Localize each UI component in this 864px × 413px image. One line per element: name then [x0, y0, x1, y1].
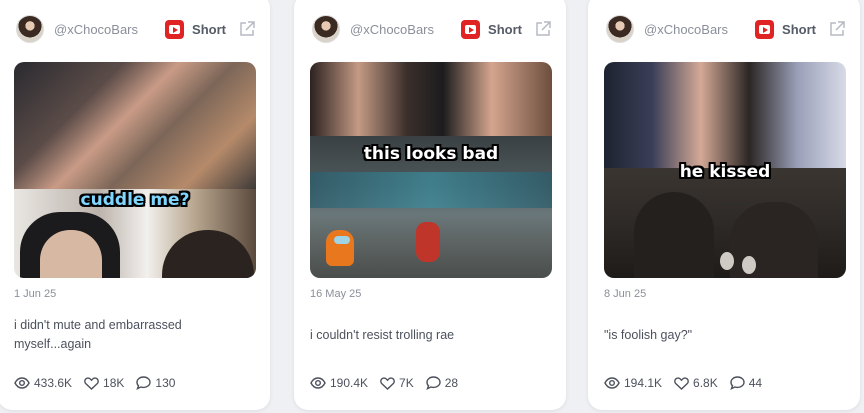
views-stat: 194.1K — [604, 376, 662, 390]
comment-icon — [426, 376, 441, 390]
views-count: 433.6K — [34, 376, 73, 390]
video-type-label: Short — [782, 21, 816, 37]
youtube-icon — [461, 19, 481, 39]
video-description: i didn't mute and embarrassed myself...a… — [14, 318, 182, 351]
eye-icon — [310, 377, 326, 389]
video-type-label: Short — [488, 21, 522, 37]
channel-handle[interactable]: @xChocoBars — [54, 22, 138, 37]
comments-stat: 44 — [730, 376, 762, 390]
likes-count: 6.8K — [693, 376, 718, 390]
publish-date: 1 Jun 25 — [14, 288, 57, 300]
engagement-stats: 194.1K 6.8K 44 — [604, 376, 774, 390]
comments-stat: 130 — [136, 376, 175, 390]
external-link-icon[interactable] — [534, 20, 552, 38]
eye-icon — [604, 377, 620, 389]
avatar[interactable] — [16, 15, 44, 43]
avatar[interactable] — [606, 15, 634, 43]
video-thumbnail[interactable]: this looks bad — [310, 62, 552, 278]
video-type-label: Short — [192, 21, 226, 37]
channel-handle[interactable]: @xChocoBars — [644, 22, 728, 37]
eye-icon — [14, 377, 30, 389]
video-card[interactable]: @xChocoBars Short he kissed 8 Jun 25 "is… — [588, 0, 860, 410]
video-card[interactable]: @xChocoBars Short this looks bad 16 May … — [294, 0, 566, 410]
card-header: @xChocoBars Short — [606, 14, 846, 44]
publish-date: 16 May 25 — [310, 288, 362, 300]
views-stat: 190.4K — [310, 376, 368, 390]
comments-count: 130 — [155, 376, 176, 390]
youtube-icon — [165, 19, 185, 39]
comments-stat: 28 — [426, 376, 458, 390]
likes-count: 7K — [399, 376, 414, 390]
video-thumbnail[interactable]: cuddle me? — [14, 62, 256, 278]
heart-icon — [674, 376, 689, 390]
views-count: 190.4K — [330, 376, 369, 390]
comments-count: 44 — [748, 376, 763, 390]
video-thumbnail[interactable]: he kissed — [604, 62, 846, 278]
external-link-icon[interactable] — [238, 20, 256, 38]
likes-stat: 6.8K — [674, 376, 718, 390]
engagement-stats: 190.4K 7K 28 — [310, 376, 470, 390]
publish-date: 8 Jun 25 — [604, 288, 647, 300]
views-stat: 433.6K — [14, 376, 72, 390]
comment-icon — [730, 376, 745, 390]
thumbnail-caption: this looks bad — [363, 144, 499, 164]
card-header: @xChocoBars Short — [16, 14, 256, 44]
video-card[interactable]: @xChocoBars Short cuddle me? 1 Jun 25 i … — [0, 0, 270, 410]
comment-icon — [136, 376, 152, 390]
video-description: i couldn't resist trolling rae — [310, 328, 455, 342]
thumbnail-caption: cuddle me? — [80, 190, 190, 210]
likes-stat: 18K — [84, 376, 124, 390]
video-description: "is foolish gay?" — [604, 328, 693, 342]
channel-handle[interactable]: @xChocoBars — [350, 22, 434, 37]
youtube-icon — [755, 19, 775, 39]
heart-icon — [380, 376, 395, 390]
heart-icon — [84, 376, 99, 390]
engagement-stats: 433.6K 18K 130 — [14, 376, 187, 390]
card-header: @xChocoBars Short — [312, 14, 552, 44]
thumbnail-caption: he kissed — [679, 162, 771, 182]
likes-count: 18K — [103, 376, 125, 390]
views-count: 194.1K — [624, 376, 663, 390]
comments-count: 28 — [444, 376, 459, 390]
external-link-icon[interactable] — [828, 20, 846, 38]
avatar[interactable] — [312, 15, 340, 43]
likes-stat: 7K — [380, 376, 414, 390]
